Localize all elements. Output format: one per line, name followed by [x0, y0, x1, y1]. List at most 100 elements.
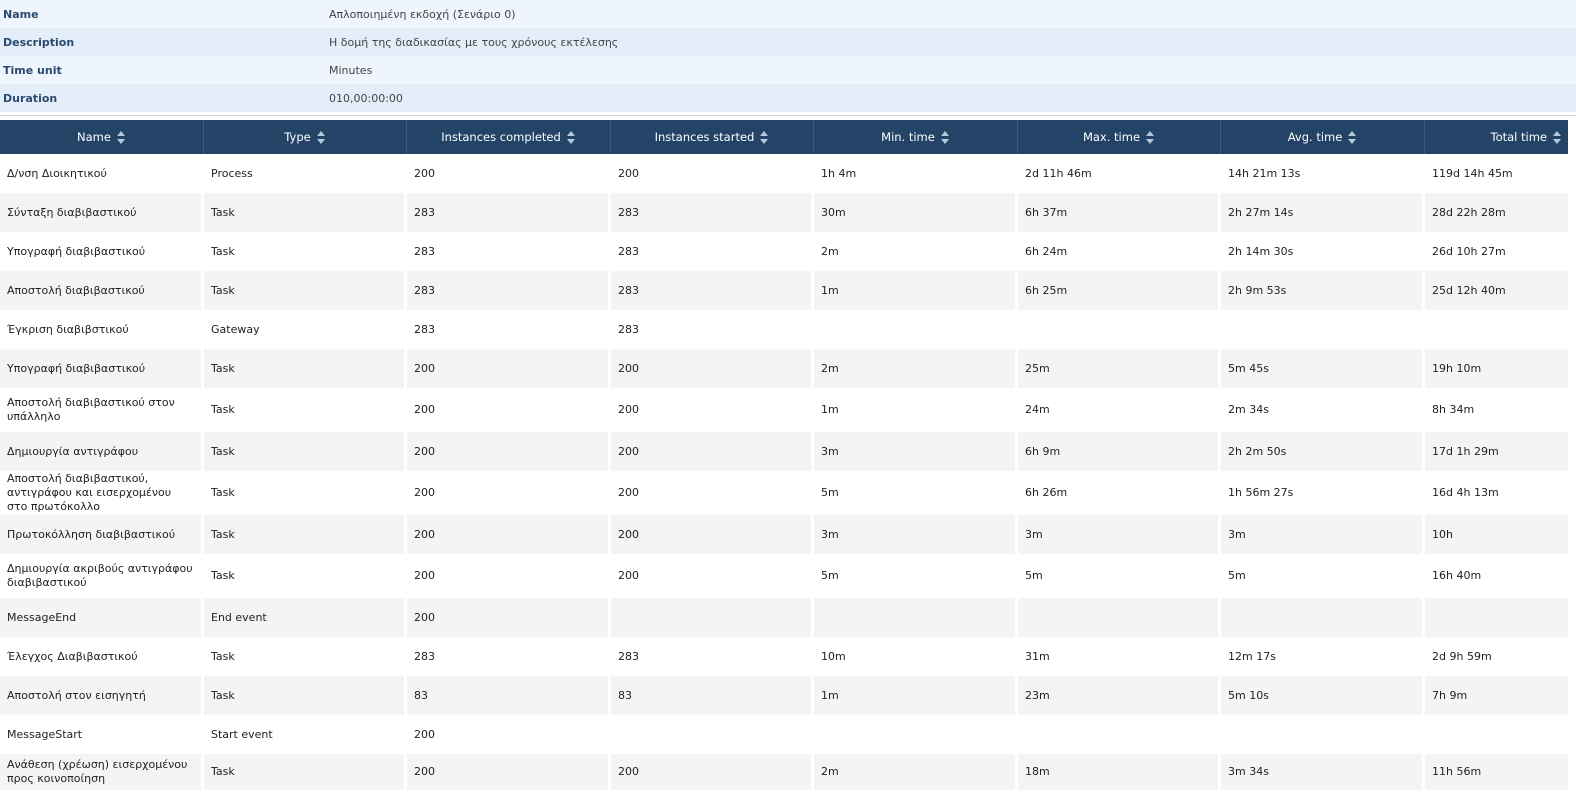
cell-instances-started [611, 598, 814, 637]
column-header-min-time[interactable]: Min. time [814, 120, 1018, 154]
cell-total-time: 28d 22h 28m [1425, 193, 1568, 232]
property-row: Description Η δομή της διαδικασίας με του… [0, 28, 1576, 56]
column-header-instances-completed[interactable]: Instances completed [407, 120, 611, 154]
cell-instances-completed: 283 [407, 271, 611, 310]
cell-instances-completed: 200 [407, 554, 611, 598]
cell-name: Αποστολή διαβιβαστικού [0, 271, 204, 310]
cell-avg-time: 3m [1221, 515, 1425, 554]
column-header-max-time[interactable]: Max. time [1018, 120, 1221, 154]
column-header-label: Min. time [881, 130, 935, 144]
table-row[interactable]: MessageStart Start event 200 [0, 715, 1568, 754]
cell-type: Task [204, 388, 407, 432]
sort-icon[interactable] [1348, 130, 1357, 144]
cell-type: Task [204, 193, 407, 232]
cell-min-time: 30m [814, 193, 1018, 232]
cell-total-time: 11h 56m [1425, 754, 1568, 790]
cell-max-time [1018, 310, 1221, 349]
cell-max-time: 5m [1018, 554, 1221, 598]
cell-min-time: 5m [814, 554, 1018, 598]
column-header-avg-time[interactable]: Avg. time [1221, 120, 1425, 154]
cell-total-time [1425, 598, 1568, 637]
cell-type: Task [204, 637, 407, 676]
column-header-label: Name [77, 130, 111, 144]
column-header-total-time[interactable]: Total time [1425, 120, 1568, 154]
cell-avg-time: 2h 2m 50s [1221, 432, 1425, 471]
cell-total-time: 19h 10m [1425, 349, 1568, 388]
cell-instances-started: 200 [611, 554, 814, 598]
sort-icon[interactable] [316, 130, 326, 144]
cell-max-time: 3m [1018, 515, 1221, 554]
property-value: 010,00:00:00 [326, 84, 1576, 112]
table-row[interactable]: MessageEnd End event 200 [0, 598, 1568, 637]
cell-name: Πρωτοκόλληση διαβιβαστικού [0, 515, 204, 554]
column-header-name[interactable]: Name [0, 120, 204, 154]
table-row[interactable]: Αποστολή στον εισηγητή Task 83 83 1m 23m 5m 10… [0, 676, 1568, 715]
column-header-label: Type [284, 130, 311, 144]
cell-total-time: 2d 9h 59m [1425, 637, 1568, 676]
table-row[interactable]: Αποστολή διαβιβαστικού Task 283 283 1m 6h 25m… [0, 271, 1568, 310]
table-row[interactable]: Έγκριση διαβιβστικού Gateway 283 283 [0, 310, 1568, 349]
cell-type: Task [204, 676, 407, 715]
cell-min-time: 2m [814, 232, 1018, 271]
sort-icon[interactable] [940, 130, 950, 144]
table-row[interactable]: Αποστολή διαβιβαστικού, αντιγράφου και ε… [0, 471, 1568, 515]
cell-type: Gateway [204, 310, 407, 349]
cell-avg-time [1221, 598, 1425, 637]
column-header-label: Max. time [1082, 130, 1141, 144]
cell-instances-started: 83 [611, 676, 814, 715]
cell-name: Αποστολή διαβιβαστικού, αντιγράφου και ε… [0, 471, 204, 515]
cell-instances-completed: 200 [407, 349, 611, 388]
cell-name: MessageEnd [0, 598, 204, 637]
table-row[interactable]: Δημιουργία ακριβούς αντιγράφου διαβιβαστ… [0, 554, 1568, 598]
cell-type: Task [204, 232, 407, 271]
sort-icon[interactable] [566, 130, 576, 144]
sort-icon[interactable] [1146, 130, 1155, 144]
divider [0, 112, 1576, 116]
cell-min-time: 3m [814, 515, 1018, 554]
column-header-type[interactable]: Type [204, 120, 407, 154]
table-row[interactable]: Δημιουργία αντιγράφου Task 200 200 3m 6h 9m 2h… [0, 432, 1568, 471]
cell-type: Process [204, 154, 407, 193]
table-row[interactable]: Σύνταξη διαβιβαστικού Task 283 283 30m 6h 37m… [0, 193, 1568, 232]
cell-instances-completed: 83 [407, 676, 611, 715]
cell-max-time: 31m [1018, 637, 1221, 676]
cell-name: Δ/νση Διοικητικού [0, 154, 204, 193]
cell-instances-completed: 200 [407, 715, 611, 754]
cell-name: Δημιουργία ακριβούς αντιγράφου διαβιβαστ… [0, 554, 204, 598]
column-header-instances-started[interactable]: Instances started [611, 120, 814, 154]
cell-instances-completed: 200 [407, 471, 611, 515]
table-row[interactable]: Δ/νση Διοικητικού Process 200 200 1h 4m 2d 11… [0, 154, 1568, 193]
cell-min-time [814, 310, 1018, 349]
cell-max-time: 6h 25m [1018, 271, 1221, 310]
sort-icon[interactable] [116, 130, 126, 144]
table-row[interactable]: Έλεγχος Διαβιβαστικού Task 283 283 10m 31m 12m… [0, 637, 1568, 676]
cell-avg-time [1221, 715, 1425, 754]
cell-min-time [814, 715, 1018, 754]
cell-avg-time: 2h 27m 14s [1221, 193, 1425, 232]
cell-avg-time: 2h 14m 30s [1221, 232, 1425, 271]
sort-icon[interactable] [760, 130, 769, 144]
cell-total-time: 25d 12h 40m [1425, 271, 1568, 310]
cell-instances-completed: 283 [407, 310, 611, 349]
cell-instances-started: 283 [611, 232, 814, 271]
table-row[interactable]: Αποστολή διαβιβαστικού στον υπάλληλο Task… [0, 388, 1568, 432]
cell-instances-started: 283 [611, 271, 814, 310]
cell-type: End event [204, 598, 407, 637]
table-row[interactable]: Υπογραφή διαβιβαστικού Task 283 283 2m 6h 24m… [0, 232, 1568, 271]
cell-instances-started: 200 [611, 388, 814, 432]
cell-max-time: 6h 24m [1018, 232, 1221, 271]
cell-instances-started: 200 [611, 515, 814, 554]
statistics-table: Name Type Instances completed Instances sta… [0, 120, 1568, 790]
cell-name: Δημιουργία αντιγράφου [0, 432, 204, 471]
sort-icon[interactable] [1553, 130, 1562, 144]
cell-instances-completed: 200 [407, 154, 611, 193]
cell-total-time [1425, 715, 1568, 754]
cell-min-time: 5m [814, 471, 1018, 515]
table-row[interactable]: Ανάθεση (χρέωση) εισερχομένου προς κοινο… [0, 754, 1568, 790]
table-row[interactable]: Υπογραφή διαβιβαστικού Task 200 200 2m 25m 5m … [0, 349, 1568, 388]
cell-instances-completed: 200 [407, 754, 611, 790]
cell-instances-started [611, 715, 814, 754]
table-row[interactable]: Πρωτοκόλληση διαβιβαστικού Task 200 200 3m 3m… [0, 515, 1568, 554]
cell-instances-completed: 200 [407, 598, 611, 637]
cell-avg-time: 5m [1221, 554, 1425, 598]
